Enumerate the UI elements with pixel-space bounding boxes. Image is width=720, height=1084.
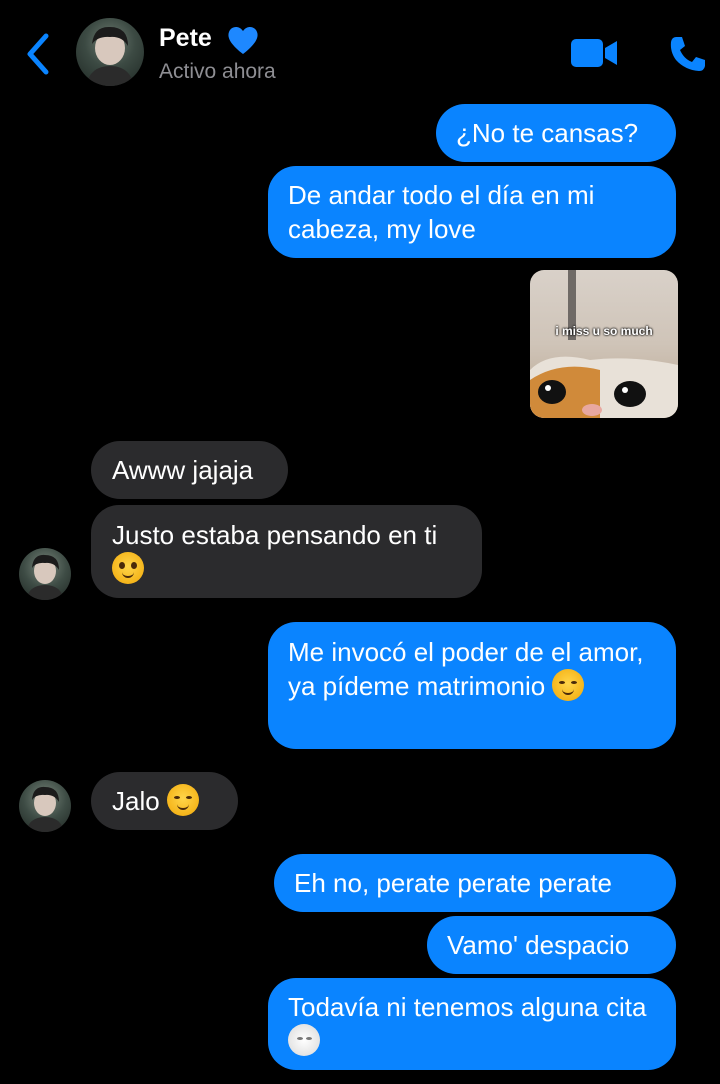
contact-name[interactable]: Pete	[159, 24, 212, 53]
back-chevron-icon	[27, 33, 49, 75]
message-text: Justo estaba pensando en ti	[112, 520, 438, 550]
outgoing-message[interactable]: Vamo' despacio	[427, 916, 676, 974]
outgoing-message[interactable]: Todavía ni tenemos alguna cita	[268, 978, 676, 1070]
outgoing-message[interactable]: Me invocó el poder de el amor, ya pídeme…	[268, 622, 676, 749]
phone-call-icon	[670, 37, 705, 71]
image-message[interactable]: i miss u so much	[530, 270, 678, 418]
incoming-message[interactable]: Justo estaba pensando en ti	[91, 505, 482, 598]
incoming-message[interactable]: Jalo	[91, 772, 238, 830]
cat-photo	[530, 270, 678, 418]
video-call-button[interactable]	[570, 37, 618, 69]
face-exhaling-emoji	[552, 669, 585, 701]
blue-heart-icon	[226, 24, 260, 56]
message-text: De andar todo el día en mi cabeza, my lo…	[288, 180, 595, 244]
outgoing-message[interactable]: De andar todo el día en mi cabeza, my lo…	[268, 166, 676, 258]
incoming-message[interactable]: Awww jajaja	[91, 441, 288, 499]
contact-avatar-small[interactable]	[19, 780, 71, 832]
pleading-face-emoji	[112, 552, 144, 584]
message-text: Todavía ni tenemos alguna cita	[288, 992, 647, 1022]
outgoing-message[interactable]: Eh no, perate perate perate	[274, 854, 676, 912]
phone-call-button[interactable]	[668, 34, 708, 74]
face-in-clouds-emoji	[288, 1024, 320, 1056]
contact-avatar[interactable]	[76, 18, 144, 86]
image-caption: i miss u so much	[555, 324, 653, 338]
smirking-face-emoji	[166, 784, 199, 816]
presence-status: Activo ahora	[159, 60, 276, 83]
video-call-icon	[571, 39, 617, 67]
message-text: Jalo	[112, 786, 160, 816]
message-text: Me invocó el poder de el amor, ya pídeme…	[288, 637, 644, 701]
back-button[interactable]	[22, 32, 56, 76]
message-text: Awww jajaja	[112, 455, 254, 485]
outgoing-message[interactable]: ¿No te cansas?	[436, 104, 676, 162]
contact-avatar-small[interactable]	[19, 548, 71, 600]
message-text: Vamo' despacio	[447, 930, 630, 960]
message-text: ¿No te cansas?	[456, 118, 639, 148]
message-text: Eh no, perate perate perate	[294, 868, 613, 898]
